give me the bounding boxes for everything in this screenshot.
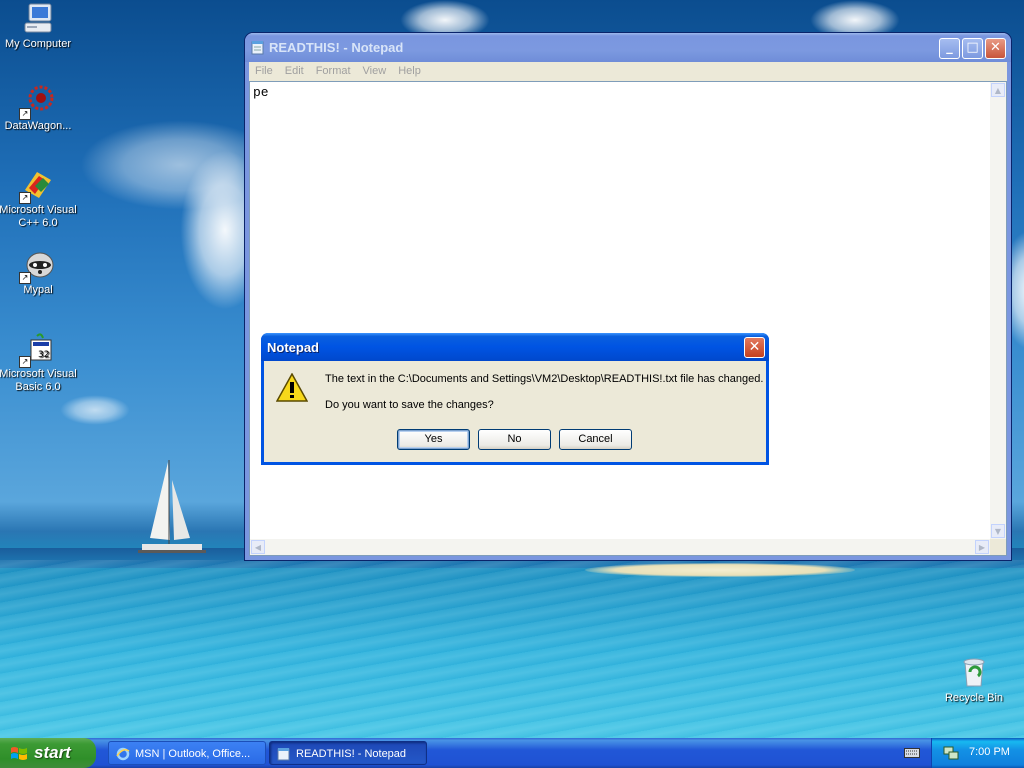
- cancel-button[interactable]: Cancel: [559, 429, 632, 450]
- vertical-scrollbar[interactable]: ▲ ▼: [990, 82, 1006, 539]
- mypal-icon: ↗: [19, 248, 55, 284]
- menu-view[interactable]: View: [357, 62, 393, 77]
- notepad-icon: [277, 748, 290, 761]
- scroll-up-icon[interactable]: ▲: [991, 83, 1005, 97]
- sea: [0, 560, 1024, 738]
- horizontal-scrollbar[interactable]: ◀ ▶: [250, 539, 990, 555]
- shortcut-arrow-icon: ↗: [19, 108, 31, 120]
- desktop-icon-my-computer[interactable]: My Computer: [0, 2, 78, 51]
- text-editor[interactable]: pe ▲ ▼ ◀ ▶: [249, 81, 1007, 556]
- desktop-icon-visual-basic[interactable]: 32 ↗ Microsoft Visual Basic 6.0: [0, 332, 78, 394]
- desktop-icon-visual-cpp[interactable]: ↗ Microsoft Visual C++ 6.0: [0, 168, 78, 230]
- start-button[interactable]: start: [0, 738, 96, 768]
- scroll-left-icon[interactable]: ◀: [251, 540, 265, 554]
- menu-format[interactable]: Format: [310, 62, 357, 77]
- maximize-button[interactable]: □: [962, 38, 983, 59]
- dialog-close-button[interactable]: ✕: [744, 337, 765, 358]
- dialog-body: The text in the C:\Documents and Setting…: [264, 361, 766, 462]
- menu-file[interactable]: File: [249, 62, 279, 77]
- dialog-title: Notepad: [267, 340, 319, 355]
- system-tray: 7:00 PM: [931, 738, 1024, 768]
- task-label: MSN | Outlook, Office...: [135, 748, 251, 760]
- shortcut-arrow-icon: ↗: [19, 356, 31, 368]
- notepad-icon: [251, 41, 264, 55]
- maximize-icon: □: [966, 40, 979, 55]
- taskbar-button-msn[interactable]: MSN | Outlook, Office...: [108, 741, 266, 765]
- menu-bar: File Edit Format View Help: [249, 62, 1007, 81]
- task-label: READTHIS! - Notepad: [296, 748, 407, 760]
- scroll-down-icon[interactable]: ▼: [991, 524, 1005, 538]
- shortcut-arrow-icon: ↗: [19, 272, 31, 284]
- minimize-icon: _: [946, 40, 953, 55]
- start-label: start: [34, 743, 71, 762]
- my-computer-icon: [21, 2, 55, 36]
- notepad-window: READTHIS! - Notepad _ □ ✕ File Edit Format…: [245, 33, 1011, 560]
- yes-button[interactable]: Yes: [397, 429, 470, 450]
- network-icon[interactable]: [943, 745, 959, 761]
- warning-icon: [276, 373, 308, 402]
- desktop-icon-label: Microsoft Visual Basic 6.0: [0, 368, 77, 393]
- desktop-icon-mypal[interactable]: ↗ Mypal: [0, 248, 78, 297]
- cloud: [60, 395, 130, 425]
- notepad-titlebar[interactable]: READTHIS! - Notepad _ □ ✕: [245, 33, 1011, 62]
- minimize-button[interactable]: _: [939, 38, 960, 59]
- dialog-question: Do you want to save the changes?: [325, 399, 494, 411]
- sandbar: [585, 563, 855, 577]
- resize-grip-icon[interactable]: [990, 539, 1006, 555]
- desktop-icon-label: Recycle Bin: [944, 692, 1004, 704]
- desktop-icon-datawagon[interactable]: ↗ DataWagon...: [0, 84, 78, 133]
- datawagon-icon: ↗: [19, 84, 55, 120]
- clock[interactable]: 7:00 PM: [969, 746, 1010, 758]
- recycle-bin-icon: [957, 656, 991, 690]
- notepad-title: READTHIS! - Notepad: [269, 40, 404, 55]
- no-button[interactable]: No: [478, 429, 551, 450]
- close-icon: ✕: [990, 40, 1001, 55]
- desktop-icon-label: My Computer: [4, 38, 72, 50]
- dialog-message: The text in the C:\Documents and Setting…: [325, 373, 764, 385]
- windows-flag-icon: [11, 747, 27, 760]
- shortcut-arrow-icon: ↗: [19, 192, 31, 204]
- save-changes-dialog: Notepad ✕ The text in the C:\Documents a…: [261, 333, 769, 465]
- visual-cpp-icon: ↗: [19, 168, 55, 204]
- taskbar: start MSN | Outlook, Office... READTHIS!…: [0, 738, 1024, 768]
- scroll-right-icon[interactable]: ▶: [975, 540, 989, 554]
- close-button[interactable]: ✕: [985, 38, 1006, 59]
- keyboard-icon[interactable]: [904, 746, 920, 758]
- visual-basic-icon: 32 ↗: [19, 332, 55, 368]
- editor-content: pe: [253, 85, 269, 100]
- menu-edit[interactable]: Edit: [279, 62, 310, 77]
- taskbar-button-notepad[interactable]: READTHIS! - Notepad: [269, 741, 427, 765]
- close-icon: ✕: [748, 339, 761, 355]
- internet-explorer-icon: [116, 747, 130, 761]
- menu-help[interactable]: Help: [392, 62, 427, 77]
- sailboat-image: [138, 460, 206, 553]
- svg-text:32: 32: [38, 350, 49, 360]
- dialog-titlebar[interactable]: Notepad ✕: [261, 333, 769, 361]
- desktop-icon-label: DataWagon...: [4, 120, 72, 132]
- desktop-icon-label: Microsoft Visual C++ 6.0: [0, 204, 77, 229]
- desktop-icon-label: Mypal: [23, 284, 53, 296]
- desktop-icon-recycle-bin[interactable]: Recycle Bin: [934, 656, 1014, 705]
